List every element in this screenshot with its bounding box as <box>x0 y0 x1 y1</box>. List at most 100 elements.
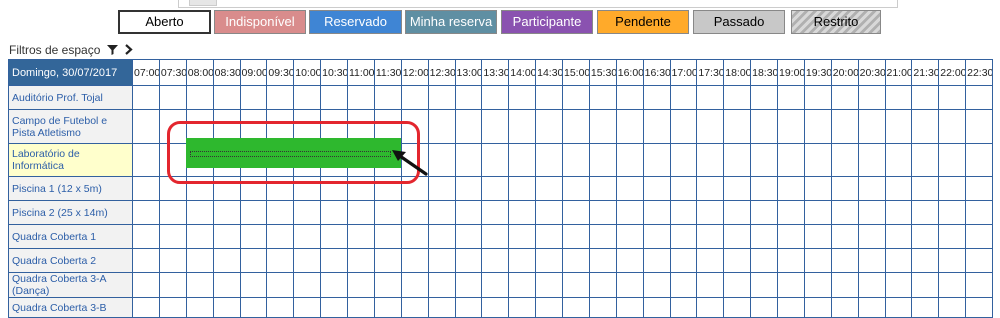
time-slot[interactable] <box>266 200 295 225</box>
room-name-link[interactable]: Campo de Futebol e Pista Atletismo <box>8 109 133 144</box>
time-slot[interactable] <box>132 272 160 298</box>
time-slot[interactable] <box>293 85 322 110</box>
time-slot[interactable] <box>777 224 805 249</box>
time-slot[interactable] <box>750 272 778 298</box>
time-slot[interactable] <box>669 200 698 225</box>
time-slot[interactable] <box>427 176 456 201</box>
time-slot[interactable] <box>320 224 348 249</box>
time-slot[interactable] <box>696 272 725 298</box>
time-slot[interactable] <box>535 143 563 177</box>
time-slot[interactable] <box>884 248 913 273</box>
time-slot[interactable] <box>266 224 295 249</box>
time-slot[interactable] <box>212 200 241 225</box>
time-slot[interactable] <box>535 109 563 144</box>
time-slot[interactable] <box>562 224 590 249</box>
time-slot[interactable] <box>830 109 859 144</box>
time-slot[interactable] <box>347 248 375 273</box>
room-name-link[interactable]: Quadra Coberta 2 <box>8 248 133 273</box>
time-slot[interactable] <box>427 272 456 298</box>
time-slot[interactable] <box>803 143 832 177</box>
time-slot[interactable] <box>588 248 617 273</box>
time-slot[interactable] <box>911 85 940 110</box>
time-slot[interactable] <box>803 248 832 273</box>
time-slot[interactable] <box>562 143 590 177</box>
time-slot[interactable] <box>965 176 993 201</box>
time-slot[interactable] <box>615 224 644 249</box>
time-slot[interactable] <box>911 272 940 298</box>
chevron-right-icon[interactable] <box>124 44 133 58</box>
time-slot[interactable] <box>938 248 967 273</box>
time-slot[interactable] <box>723 85 752 110</box>
time-slot[interactable] <box>588 109 617 144</box>
time-slot[interactable] <box>830 176 859 201</box>
time-slot[interactable] <box>562 176 590 201</box>
time-slot[interactable] <box>911 143 940 177</box>
time-slot[interactable] <box>293 200 322 225</box>
time-slot[interactable] <box>669 109 698 144</box>
time-slot[interactable] <box>884 143 913 177</box>
time-slot[interactable] <box>965 85 993 110</box>
time-slot[interactable] <box>212 248 241 273</box>
time-slot[interactable] <box>454 85 483 110</box>
time-slot[interactable] <box>320 248 348 273</box>
time-slot[interactable] <box>830 224 859 249</box>
time-slot[interactable] <box>938 176 967 201</box>
time-slot[interactable] <box>669 176 698 201</box>
time-slot[interactable] <box>427 248 456 273</box>
time-slot[interactable] <box>185 200 214 225</box>
time-slot[interactable] <box>938 143 967 177</box>
time-slot[interactable] <box>830 248 859 273</box>
time-slot[interactable] <box>777 176 805 201</box>
time-slot[interactable] <box>185 85 214 110</box>
time-slot[interactable] <box>239 248 268 273</box>
time-slot[interactable] <box>723 272 752 298</box>
time-slot[interactable] <box>696 143 725 177</box>
time-slot[interactable] <box>830 85 859 110</box>
time-slot[interactable] <box>158 272 187 298</box>
time-slot[interactable] <box>535 224 563 249</box>
time-slot[interactable] <box>185 248 214 273</box>
time-slot[interactable] <box>588 143 617 177</box>
time-slot[interactable] <box>481 224 510 249</box>
time-slot[interactable] <box>481 176 510 201</box>
time-slot[interactable] <box>965 109 993 144</box>
time-slot[interactable] <box>158 85 187 110</box>
time-slot[interactable] <box>615 272 644 298</box>
time-slot[interactable] <box>158 248 187 273</box>
time-slot[interactable] <box>642 85 671 110</box>
time-slot[interactable] <box>373 224 402 249</box>
time-slot[interactable] <box>535 200 563 225</box>
time-slot[interactable] <box>669 224 698 249</box>
time-slot[interactable] <box>803 200 832 225</box>
time-slot[interactable] <box>293 272 322 298</box>
time-slot[interactable] <box>696 109 725 144</box>
time-slot[interactable] <box>293 248 322 273</box>
time-slot[interactable] <box>696 248 725 273</box>
time-slot[interactable] <box>212 224 241 249</box>
time-slot[interactable] <box>239 272 268 298</box>
time-slot[interactable] <box>562 248 590 273</box>
time-slot[interactable] <box>132 143 160 177</box>
time-slot[interactable] <box>615 143 644 177</box>
time-slot[interactable] <box>857 248 886 273</box>
room-name-link[interactable]: Piscina 2 (25 x 14m) <box>8 200 133 225</box>
time-slot[interactable] <box>266 272 295 298</box>
time-slot[interactable] <box>266 85 295 110</box>
time-slot[interactable] <box>132 85 160 110</box>
time-slot[interactable] <box>481 272 510 298</box>
time-slot[interactable] <box>723 248 752 273</box>
time-slot[interactable] <box>723 109 752 144</box>
time-slot[interactable] <box>777 85 805 110</box>
time-slot[interactable] <box>777 272 805 298</box>
time-slot[interactable] <box>535 272 563 298</box>
time-slot[interactable] <box>132 109 160 144</box>
time-slot[interactable] <box>347 272 375 298</box>
time-slot[interactable] <box>508 143 537 177</box>
time-slot[interactable] <box>884 176 913 201</box>
time-slot[interactable] <box>965 143 993 177</box>
time-slot[interactable] <box>454 143 483 177</box>
time-slot[interactable] <box>696 200 725 225</box>
time-slot[interactable] <box>562 109 590 144</box>
time-slot[interactable] <box>750 224 778 249</box>
time-slot[interactable] <box>857 200 886 225</box>
